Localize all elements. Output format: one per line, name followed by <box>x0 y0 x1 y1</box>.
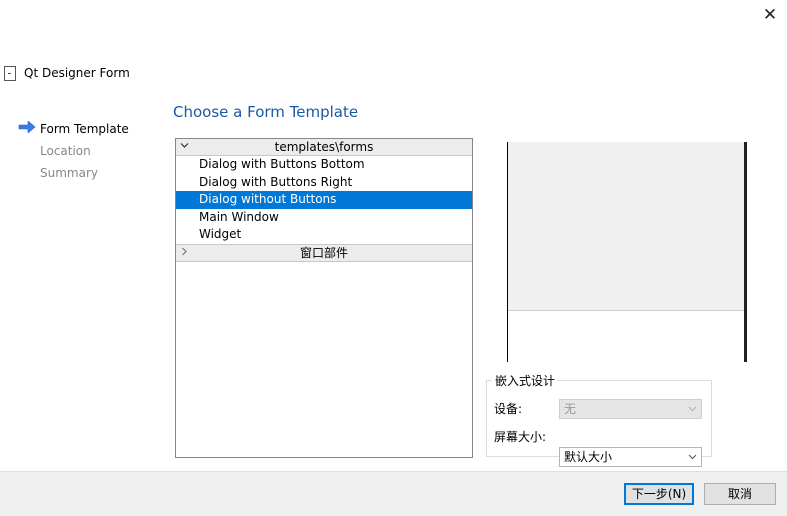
template-item-selected[interactable]: Dialog without Buttons <box>176 191 472 209</box>
chevron-down-icon[interactable] <box>180 139 189 155</box>
category-label: templates\forms <box>274 140 374 154</box>
device-select[interactable]: 无 <box>559 399 702 419</box>
file-icon <box>4 65 16 81</box>
window-title: Qt Designer Form <box>24 66 130 80</box>
next-button[interactable]: 下一步(N) <box>624 483 694 505</box>
template-item[interactable]: Main Window <box>176 209 472 227</box>
chevron-down-icon <box>688 448 697 473</box>
category-header-widgets[interactable]: 窗口部件 <box>176 243 472 262</box>
step-label: Location <box>40 144 91 158</box>
chevron-right-icon[interactable] <box>180 245 189 261</box>
template-tree[interactable]: templates\forms Dialog with Buttons Bott… <box>175 138 473 458</box>
close-icon: ✕ <box>762 5 778 25</box>
close-button[interactable]: ✕ <box>758 4 782 26</box>
screen-size-label: 屏幕大小: <box>494 430 547 444</box>
page-title: Choose a Form Template <box>173 103 359 121</box>
screen-size-select[interactable]: 默认大小 <box>559 447 702 467</box>
category-header-templates-forms[interactable]: templates\forms <box>176 139 472 156</box>
wizard-steps: Form Template Location Summary <box>18 118 129 184</box>
screen-size-value: 默认大小 <box>564 450 613 464</box>
wizard-title: Qt Designer Form <box>4 64 130 82</box>
step-label: Summary <box>40 166 98 180</box>
step-label: Form Template <box>40 122 129 136</box>
chevron-down-icon <box>688 400 697 425</box>
step-summary: Summary <box>18 162 129 184</box>
group-title: 嵌入式设计 <box>492 374 559 388</box>
category-label: 窗口部件 <box>299 245 348 260</box>
arrow-right-icon <box>18 120 36 137</box>
template-item[interactable]: Dialog with Buttons Right <box>176 174 472 192</box>
device-value: 无 <box>564 402 577 416</box>
preview-border-right <box>744 142 747 362</box>
template-item[interactable]: Dialog with Buttons Bottom <box>176 156 472 174</box>
device-label: 设备: <box>494 402 523 416</box>
step-form-template: Form Template <box>18 118 129 140</box>
template-item[interactable]: Widget <box>176 226 472 244</box>
form-preview <box>508 142 744 311</box>
cancel-button[interactable]: 取消 <box>704 483 776 505</box>
step-location: Location <box>18 140 129 162</box>
